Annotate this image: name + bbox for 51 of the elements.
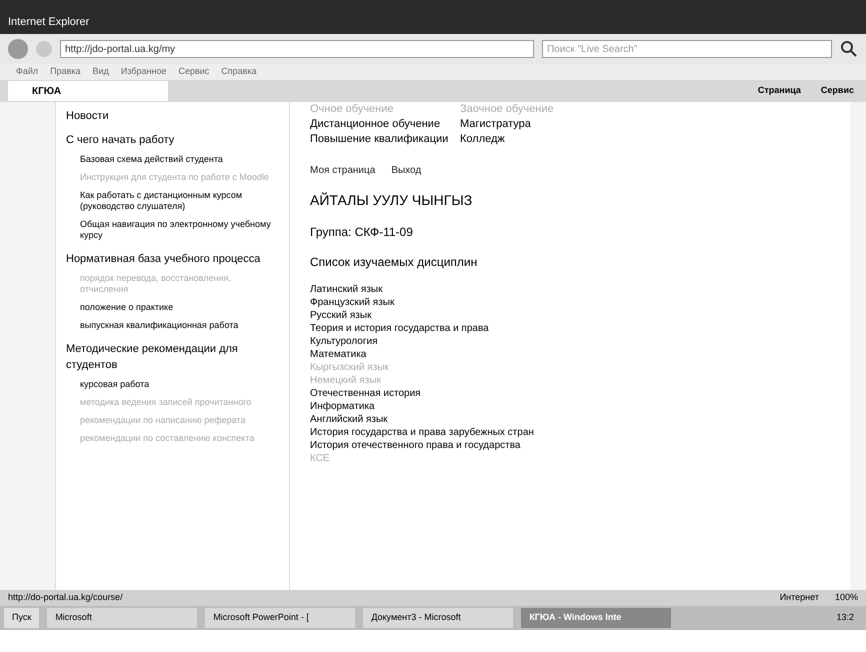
taskbar-button[interactable]: Документ3 - Microsoft	[363, 608, 514, 628]
zone-label: Интернет	[780, 591, 819, 604]
status-url: http://do-portal.ua.kg/course/	[8, 591, 124, 604]
nav-link[interactable]: Моя страница	[310, 163, 376, 178]
nav-link[interactable]: Выход	[391, 163, 422, 178]
courses-heading: Список изучаемых дисциплин	[310, 254, 478, 271]
course-link[interactable]: Отечественная история	[310, 388, 421, 399]
study-form-link[interactable]: Повышение квалификации	[310, 132, 460, 147]
study-form-link[interactable]: Колледж	[460, 132, 640, 147]
address-field[interactable]: http://jdo-portal.ua.kg/my	[60, 40, 534, 58]
window-title: Internet Explorer	[8, 14, 90, 30]
student-name: АЙТАЛЫ УУЛУ ЧЫНГЫЗ	[310, 191, 474, 210]
search-icon[interactable]	[840, 40, 858, 58]
course-link[interactable]: Культурология	[310, 336, 378, 347]
course-link[interactable]: Русский язык	[310, 310, 372, 321]
toolbar-button[interactable]: Сервис	[816, 84, 858, 98]
menu-item[interactable]: Сервис	[178, 65, 210, 79]
course-link[interactable]: История государства и права зарубежных стран	[310, 427, 534, 438]
course-link[interactable]: История отечественного права и государства	[310, 440, 520, 451]
study-form-link[interactable]: Магистратура	[460, 117, 640, 132]
course-link[interactable]: Латинский язык	[310, 284, 382, 295]
section-link[interactable]: Новости	[66, 106, 279, 126]
zoom-label[interactable]: 100%	[834, 591, 858, 605]
sidebar-link[interactable]: положение о практике	[80, 302, 279, 313]
course-link[interactable]: Информатика	[310, 401, 375, 412]
sidebar-link[interactable]: курсовая работа	[80, 379, 279, 390]
course-link[interactable]: Теория и история государства и права	[310, 323, 489, 334]
clock: 13:2	[835, 611, 855, 624]
menu-item[interactable]: Правка	[50, 65, 81, 79]
menu-item[interactable]: Вид	[92, 65, 109, 79]
group-label: Группа: СКФ-11-09	[310, 224, 414, 241]
course-link[interactable]: Французский язык	[310, 297, 394, 308]
sidebar-link[interactable]: Базовая схема действий студента	[80, 154, 279, 165]
sidebar-link[interactable]: Как работать с дистанционным курсом (руководство слушателя)	[80, 190, 279, 212]
sidebar-link[interactable]: выпускная квалификационная работа	[80, 320, 279, 331]
section-link[interactable]: Методические рекомендации для студентов	[66, 339, 279, 375]
course-link[interactable]: Английский язык	[310, 414, 388, 425]
browser-tab[interactable]: КГЮА	[8, 81, 168, 101]
course-link[interactable]: Математика	[310, 349, 366, 360]
taskbar-button[interactable]: Microsoft PowerPoint - [	[205, 608, 356, 628]
menu-item[interactable]: Избранное	[120, 65, 166, 79]
section-link[interactable]: Нормативная база учебного процесса	[66, 249, 279, 269]
taskbar-button[interactable]: КГЮА - Windows Inte	[521, 608, 672, 628]
section-link[interactable]: С чего начать работу	[66, 130, 279, 150]
study-form-link[interactable]: Дистанционное обучение	[310, 117, 460, 132]
menu-item[interactable]: Файл	[16, 65, 38, 79]
start-button[interactable]: Пуск	[4, 608, 40, 628]
sidebar-link[interactable]: Общая навигация по электронному учебному курсу	[80, 219, 279, 241]
taskbar-button[interactable]: Microsoft	[47, 608, 198, 628]
toolbar-button[interactable]: Страница	[754, 84, 805, 98]
menu-item[interactable]: Справка	[221, 65, 257, 79]
